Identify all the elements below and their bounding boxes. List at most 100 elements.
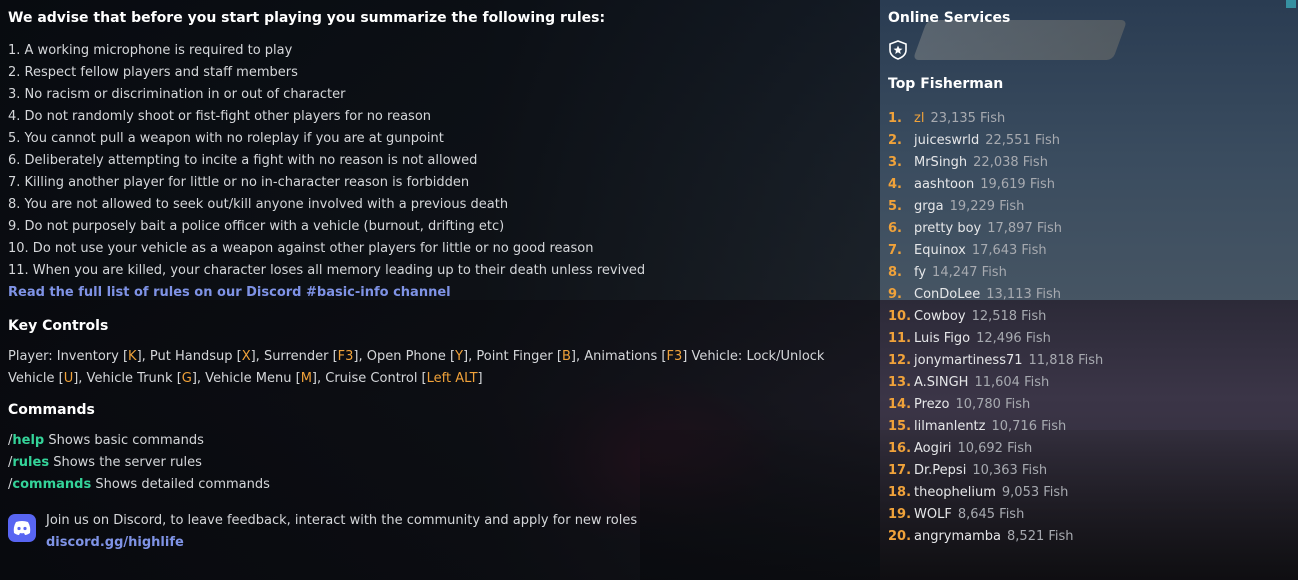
discord-invite-link[interactable]: discord.gg/highlife: [46, 532, 637, 554]
key-binding: G: [181, 371, 192, 386]
command-item: /commands Shows detailed commands: [8, 474, 868, 496]
leaderboard-row: 1. zl 23,135 Fish: [888, 108, 1288, 130]
command-name: rules: [12, 455, 50, 470]
command-name: commands: [12, 477, 92, 492]
leaderboard-player-name: Cowboy: [914, 309, 966, 324]
leaderboard-row: 4. aashtoon 19,619 Fish: [888, 174, 1288, 196]
leaderboard-fish-count: 22,551 Fish: [985, 133, 1061, 148]
leaderboard-player-name: Prezo: [914, 397, 950, 412]
leaderboard-player-name: juiceswrld: [914, 133, 980, 148]
leaderboard-fish-count: 13,113 Fish: [986, 287, 1062, 302]
leaderboard-rank: 11.: [888, 331, 912, 346]
leaderboard-row: 13. A.SINGH 11,604 Fish: [888, 372, 1288, 394]
rule-item: 11. When you are killed, your character …: [8, 263, 646, 278]
key-controls-title: Key Controls: [8, 318, 109, 334]
leaderboard-rank: 20.: [888, 529, 912, 544]
leaderboard-row: 6. pretty boy 17,897 Fish: [888, 218, 1288, 240]
leaderboard-player-name: fy: [914, 265, 927, 280]
key-controls-text: Player: Inventory [K], Put Handsup [X], …: [8, 346, 868, 390]
key-binding: Y: [455, 349, 464, 364]
leaderboard-rank: 17.: [888, 463, 912, 478]
leaderboard-fish-count: 8,645 Fish: [957, 507, 1025, 522]
leaderboard-player-name: MrSingh: [914, 155, 968, 170]
leaderboard-player-name: A.SINGH: [914, 375, 969, 390]
leaderboard-rank: 1.: [888, 111, 902, 126]
rule-item: 9. Do not purposely bait a police office…: [8, 219, 505, 234]
command-description: Shows detailed commands: [91, 477, 270, 492]
key-controls-segment: ]: [477, 371, 483, 386]
leaderboard-rank: 3.: [888, 155, 902, 170]
leaderboard-fish-count: 10,716 Fish: [991, 419, 1067, 434]
rule-item: 5. You cannot pull a weapon with no role…: [8, 131, 444, 146]
leaderboard-rank: 8.: [888, 265, 902, 280]
leaderboard-player-name: WOLF: [914, 507, 952, 522]
discord-banner: Join us on Discord, to leave feedback, i…: [8, 510, 868, 554]
leaderboard-fish-count: 8,521 Fish: [1007, 529, 1074, 544]
leaderboard-row: 12. jonymartiness71 11,818 Fish: [888, 350, 1288, 372]
online-services-title: Online Services: [888, 10, 1011, 26]
key-binding: F3: [337, 349, 354, 364]
key-controls-segment: ], Cruise Control [: [311, 371, 427, 386]
leaderboard-row: 3. MrSingh 22,038 Fish: [888, 152, 1288, 174]
star-badge-icon: [888, 40, 908, 60]
command-item: /help Shows basic commands: [8, 430, 868, 452]
leaderboard-row: 19. WOLF 8,645 Fish: [888, 504, 1288, 526]
key-binding: U: [63, 371, 74, 386]
key-controls-segment: ], Surrender [: [250, 349, 338, 364]
leaderboard-row: 5. grga 19,229 Fish: [888, 196, 1288, 218]
discord-description: Join us on Discord, to leave feedback, i…: [46, 513, 638, 528]
leaderboard-fish-count: 14,247 Fish: [932, 265, 1007, 280]
key-controls-segment: ], Put Handsup [: [136, 349, 242, 364]
rules-list: 1. A working microphone is required to p…: [8, 40, 868, 282]
rule-item: 4. Do not randomly shoot or fist-fight o…: [8, 109, 432, 124]
rules-title: We advise that before you start playing …: [8, 10, 606, 26]
key-binding: F3: [666, 349, 683, 364]
leaderboard-fish-count: 12,496 Fish: [976, 331, 1051, 346]
leaderboard-player-name: lilmanlentz: [914, 419, 986, 434]
leaderboard-row: 14. Prezo 10,780 Fish: [888, 394, 1288, 416]
leaderboard-player-name: theophelium: [914, 485, 996, 500]
leaderboard-fish-count: 9,053 Fish: [1001, 485, 1069, 500]
leaderboard-fish-count: 11,604 Fish: [974, 375, 1050, 390]
leaderboard-rank: 10.: [888, 309, 912, 324]
rule-item: 6. Deliberately attempting to incite a f…: [8, 153, 478, 168]
leaderboard-player-name: Aogiri: [914, 441, 952, 456]
leaderboard-player-name: jonymartiness71: [914, 353, 1023, 368]
key-controls-segment: ], Point Finger [: [463, 349, 562, 364]
rule-item: 10. Do not use your vehicle as a weapon …: [8, 241, 594, 256]
leaderboard-fish-count: 10,363 Fish: [972, 463, 1048, 478]
rules-discord-link[interactable]: Read the full list of rules on our Disco…: [8, 282, 868, 304]
loading-screen: We advise that before you start playing …: [0, 0, 1298, 580]
leaderboard-player-name: zl: [914, 111, 925, 126]
leaderboard-rank: 9.: [888, 287, 902, 302]
leaderboard-rank: 13.: [888, 375, 912, 390]
leaderboard-rank: 19.: [888, 507, 912, 522]
leaderboard-rank: 12.: [888, 353, 912, 368]
leaderboard-player-name: Luis Figo: [914, 331, 971, 346]
leaderboard-row: 10. Cowboy 12,518 Fish: [888, 306, 1288, 328]
rule-item: 3. No racism or discrimination in or out…: [8, 87, 346, 102]
leaderboard-fish-count: 19,229 Fish: [949, 199, 1025, 214]
leaderboard-row: 2. juiceswrld 22,551 Fish: [888, 130, 1288, 152]
leaderboard-player-name: pretty boy: [914, 221, 982, 236]
leaderboard-rank: 6.: [888, 221, 902, 236]
leaderboard-rank: 18.: [888, 485, 912, 500]
leaderboard-fish-count: 22,038 Fish: [973, 155, 1048, 170]
key-controls-section: Key Controls Player: Inventory [K], Put …: [8, 316, 868, 390]
command-item: /rules Shows the server rules: [8, 452, 868, 474]
command-name: help: [12, 433, 45, 448]
leaderboard-rank: 14.: [888, 397, 912, 412]
leaderboard-player-name: Dr.Pepsi: [914, 463, 967, 478]
leaderboard-rank: 15.: [888, 419, 912, 434]
commands-list: /help Shows basic commands/rules Shows t…: [8, 430, 868, 496]
leaderboard-fish-count: 12,518 Fish: [971, 309, 1047, 324]
leaderboard-player-name: aashtoon: [914, 177, 975, 192]
leaderboard-rank: 4.: [888, 177, 902, 192]
key-controls-segment: ], Vehicle Trunk [: [73, 371, 182, 386]
leaderboard-fish-count: 19,619 Fish: [980, 177, 1055, 192]
commands-section: Commands /help Shows basic commands/rule…: [8, 400, 868, 496]
command-description: Shows the server rules: [49, 455, 202, 470]
discord-text-block: Join us on Discord, to leave feedback, i…: [46, 510, 637, 554]
discord-icon[interactable]: [8, 514, 36, 542]
leaderboard-rank: 5.: [888, 199, 902, 214]
